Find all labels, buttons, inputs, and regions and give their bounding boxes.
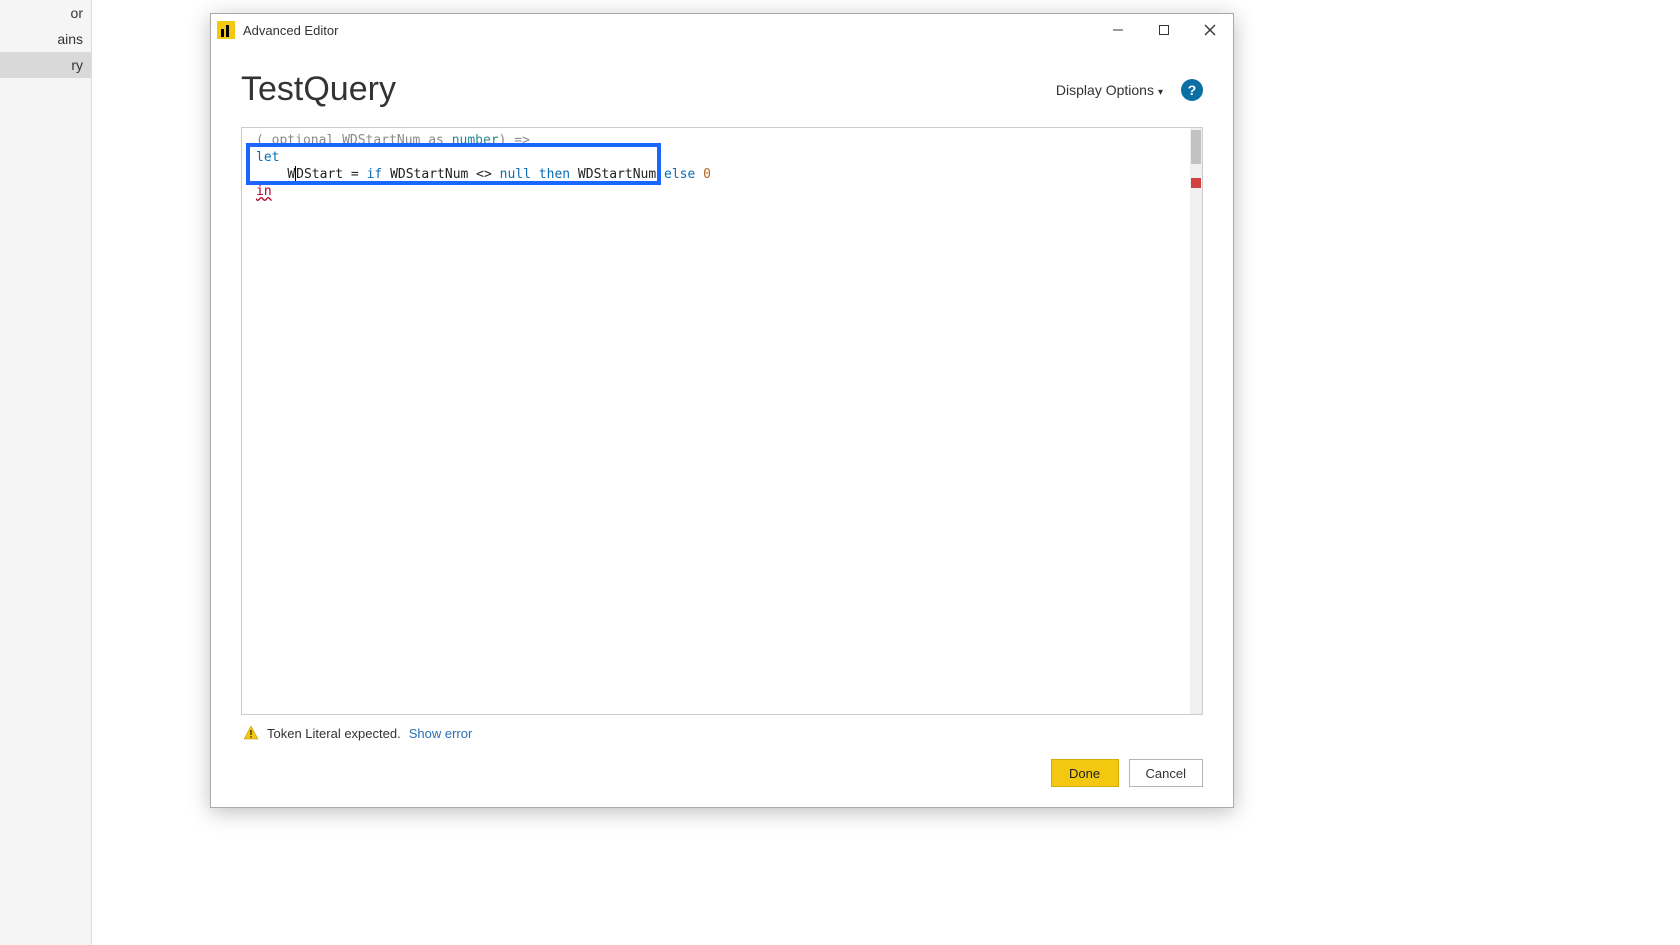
display-options-dropdown[interactable]: Display Options ▾ — [1056, 82, 1163, 98]
code-text[interactable]: ( optional WDStartNum as number) => let … — [242, 128, 1202, 204]
show-error-link[interactable]: Show error — [409, 726, 473, 741]
minimize-button[interactable] — [1095, 15, 1141, 45]
scrollbar[interactable] — [1190, 128, 1202, 714]
close-button[interactable] — [1187, 15, 1233, 45]
status-bar: Token Literal expected. Show error — [241, 715, 1203, 741]
done-button[interactable]: Done — [1051, 759, 1119, 787]
dialog-footer: Done Cancel — [211, 741, 1233, 807]
query-name: TestQuery — [241, 70, 396, 109]
dialog-title: Advanced Editor — [243, 23, 338, 38]
powerbi-icon — [217, 21, 235, 39]
error-marker[interactable] — [1191, 178, 1201, 188]
error-token: in — [256, 184, 272, 199]
chevron-down-icon: ▾ — [1158, 87, 1163, 98]
advanced-editor-dialog: Advanced Editor TestQuery Display Option… — [210, 13, 1234, 808]
help-button[interactable]: ? — [1181, 79, 1203, 101]
window-controls — [1095, 15, 1233, 45]
header-row: TestQuery Display Options ▾ ? — [241, 70, 1203, 109]
display-options-label: Display Options — [1056, 82, 1154, 98]
status-message: Token Literal expected. — [267, 726, 401, 741]
maximize-button[interactable] — [1141, 15, 1187, 45]
background-queries-pane: or ains ry — [0, 0, 92, 945]
cancel-button[interactable]: Cancel — [1129, 759, 1203, 787]
bg-item: ains — [0, 26, 91, 52]
bg-item: or — [0, 0, 91, 26]
titlebar: Advanced Editor — [211, 14, 1233, 46]
bg-item-selected: ry — [0, 52, 91, 78]
warning-icon — [243, 725, 259, 741]
dialog-content: TestQuery Display Options ▾ ? ( optional … — [211, 46, 1233, 741]
scroll-thumb[interactable] — [1191, 130, 1201, 164]
code-editor[interactable]: ( optional WDStartNum as number) => let … — [241, 127, 1203, 715]
